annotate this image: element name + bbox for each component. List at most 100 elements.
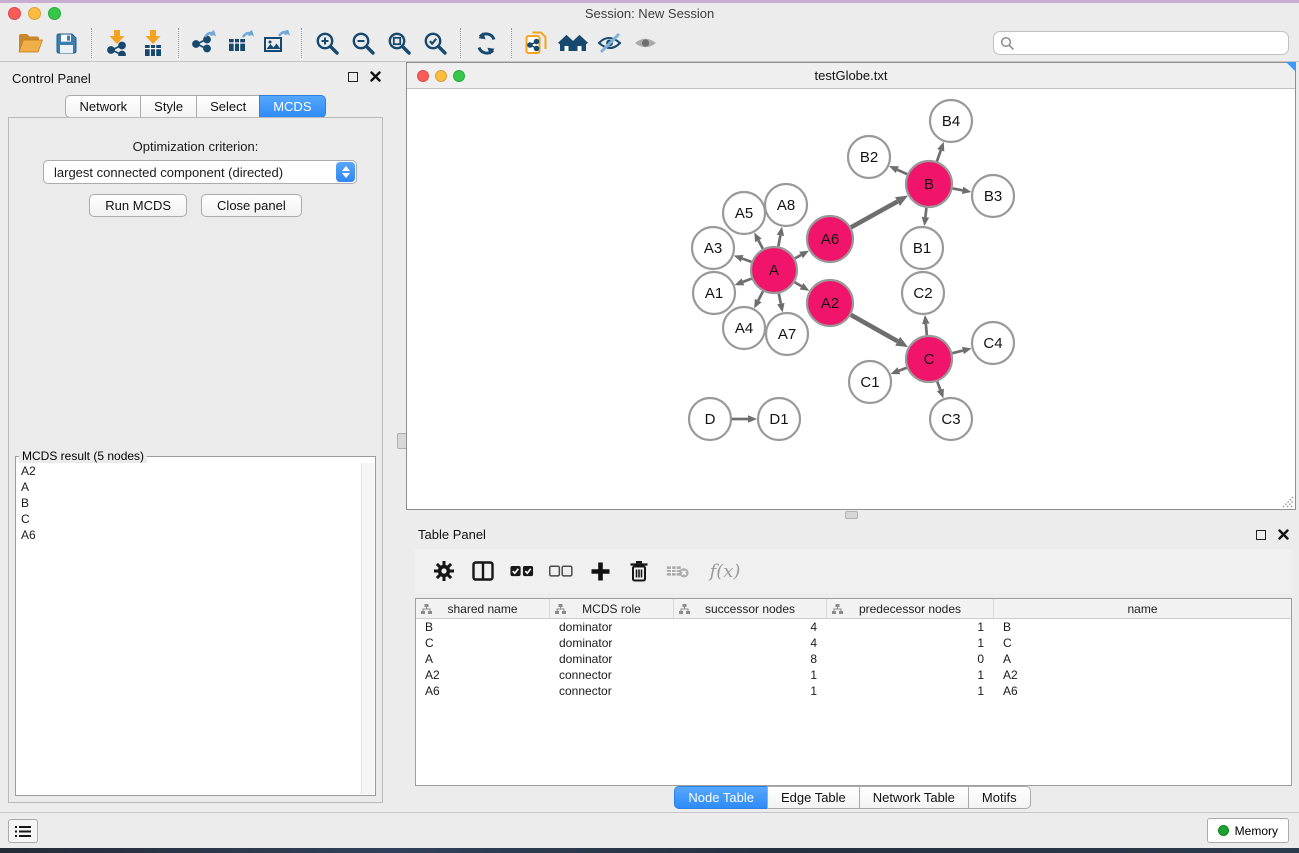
tab-node-table[interactable]: Node Table xyxy=(674,786,768,809)
graph-edge-C-C2[interactable] xyxy=(926,324,927,335)
table-row[interactable]: A6connector11A6 xyxy=(416,683,1291,699)
column-header-predecessor-nodes[interactable]: predecessor nodes xyxy=(827,599,994,618)
zoom-in-icon[interactable] xyxy=(309,28,345,58)
delete-column-trash-icon[interactable] xyxy=(627,559,651,583)
close-panel-button[interactable]: Close panel xyxy=(201,194,302,217)
table-row[interactable]: Adominator80A xyxy=(416,651,1291,667)
table-cell[interactable]: 1 xyxy=(827,683,994,699)
close-panel-icon[interactable] xyxy=(370,71,381,82)
table-cell[interactable]: A6 xyxy=(994,683,1078,699)
graph-edge-A-A5[interactable] xyxy=(758,240,762,248)
graph-edge-A-A8[interactable] xyxy=(778,235,780,246)
graph-edge-A-A1[interactable] xyxy=(743,279,752,282)
table-cell[interactable]: C xyxy=(416,635,550,651)
graph-edge-C-C1[interactable] xyxy=(899,368,907,371)
export-network-icon[interactable] xyxy=(186,28,222,58)
deselect-all-icon[interactable] xyxy=(549,559,573,583)
table-cell[interactable]: C xyxy=(994,635,1078,651)
first-neighbors-icon[interactable] xyxy=(555,28,591,58)
mcds-result-list[interactable]: A2ABCA6 xyxy=(17,463,360,794)
hide-selected-icon[interactable] xyxy=(591,28,627,58)
table-cell[interactable]: A xyxy=(416,651,550,667)
graph-edge-A-A2[interactable] xyxy=(795,282,802,286)
table-row[interactable]: A2connector11A2 xyxy=(416,667,1291,683)
table-cell[interactable]: 1 xyxy=(674,683,827,699)
graph-edge-A6-B[interactable] xyxy=(851,201,898,227)
mcds-result-item[interactable]: A6 xyxy=(17,527,360,543)
graph-edge-A-A7[interactable] xyxy=(779,294,781,304)
network-window-titlebar[interactable]: testGlobe.txt xyxy=(407,63,1295,89)
mcds-list-scrollbar[interactable] xyxy=(361,463,374,794)
table-cell[interactable]: 1 xyxy=(674,667,827,683)
column-header-name[interactable]: name xyxy=(994,599,1291,618)
column-header-mcds-role[interactable]: MCDS role xyxy=(550,599,674,618)
tab-mcds[interactable]: MCDS xyxy=(259,95,325,118)
run-mcds-button[interactable]: Run MCDS xyxy=(89,194,187,217)
export-table-icon[interactable] xyxy=(222,28,258,58)
mcds-result-item[interactable]: B xyxy=(17,495,360,511)
tab-motifs[interactable]: Motifs xyxy=(968,786,1031,809)
tab-style[interactable]: Style xyxy=(140,95,197,118)
table-settings-gear-icon[interactable] xyxy=(432,559,456,583)
zoom-out-icon[interactable] xyxy=(345,28,381,58)
graph-edge-C-C3[interactable] xyxy=(937,382,940,390)
table-cell[interactable]: 1 xyxy=(827,619,994,635)
table-row[interactable]: Cdominator41C xyxy=(416,635,1291,651)
float-panel-icon[interactable] xyxy=(348,72,358,82)
table-cell[interactable]: A2 xyxy=(994,667,1078,683)
table-cell[interactable]: dominator xyxy=(550,635,674,651)
apply-layout-icon[interactable] xyxy=(468,28,504,58)
network-canvas[interactable]: B4B2BB3A8A5A6A3B1AA1C2A2A4A7C4CC1C3DD1 xyxy=(407,89,1295,509)
tab-network[interactable]: Network xyxy=(65,95,141,118)
graph-edge-C-C4[interactable] xyxy=(952,351,963,354)
memory-button[interactable]: Memory xyxy=(1207,818,1289,843)
search-input[interactable] xyxy=(1018,36,1273,51)
mcds-result-item[interactable]: C xyxy=(17,511,360,527)
column-header-successor-nodes[interactable]: successor nodes xyxy=(674,599,827,618)
table-cell[interactable]: A6 xyxy=(416,683,550,699)
table-cell[interactable]: B xyxy=(994,619,1078,635)
save-session-icon[interactable] xyxy=(48,28,84,58)
graph-edge-A2-C[interactable] xyxy=(851,315,898,341)
task-history-button[interactable] xyxy=(8,819,38,843)
zoom-selected-icon[interactable] xyxy=(417,28,453,58)
column-header-shared-name[interactable]: shared name xyxy=(416,599,550,618)
import-table-icon[interactable] xyxy=(135,28,171,58)
graph-edge-A-A4[interactable] xyxy=(758,291,763,300)
mcds-result-item[interactable]: A2 xyxy=(17,463,360,479)
graph-edge-A-A6[interactable] xyxy=(795,255,801,258)
graph-edge-B-B1[interactable] xyxy=(925,208,926,217)
add-column-icon[interactable] xyxy=(588,559,612,583)
graph-edge-B-B2[interactable] xyxy=(897,170,907,174)
graph-edge-A-A3[interactable] xyxy=(742,259,751,262)
table-cell[interactable]: 1 xyxy=(827,667,994,683)
table-row[interactable]: Bdominator41B xyxy=(416,619,1291,635)
table-cell[interactable]: dominator xyxy=(550,651,674,667)
float-table-panel-icon[interactable] xyxy=(1256,530,1266,540)
resize-grip-icon[interactable] xyxy=(1280,494,1294,508)
mcds-result-item[interactable]: A xyxy=(17,479,360,495)
tab-network-table[interactable]: Network Table xyxy=(859,786,969,809)
horizontal-splitter-handle[interactable] xyxy=(845,511,858,519)
table-cell[interactable]: connector xyxy=(550,667,674,683)
graph-edge-B-B4[interactable] xyxy=(937,150,941,161)
zoom-fit-icon[interactable] xyxy=(381,28,417,58)
table-cell[interactable]: connector xyxy=(550,683,674,699)
open-session-icon[interactable] xyxy=(12,28,48,58)
new-network-from-selection-icon[interactable] xyxy=(519,28,555,58)
table-cell[interactable]: 0 xyxy=(827,651,994,667)
table-cell[interactable]: 1 xyxy=(827,635,994,651)
criterion-dropdown[interactable]: largest connected component (directed) xyxy=(43,160,357,184)
import-network-icon[interactable] xyxy=(99,28,135,58)
table-cell[interactable]: B xyxy=(416,619,550,635)
table-cell[interactable]: 4 xyxy=(674,619,827,635)
export-image-icon[interactable] xyxy=(258,28,294,58)
table-cell[interactable]: 8 xyxy=(674,651,827,667)
table-cell[interactable]: dominator xyxy=(550,619,674,635)
tab-select[interactable]: Select xyxy=(196,95,260,118)
tab-edge-table[interactable]: Edge Table xyxy=(767,786,860,809)
table-cell[interactable]: A xyxy=(994,651,1078,667)
table-cell[interactable]: A2 xyxy=(416,667,550,683)
table-cell[interactable]: 4 xyxy=(674,635,827,651)
select-all-icon[interactable] xyxy=(510,559,534,583)
